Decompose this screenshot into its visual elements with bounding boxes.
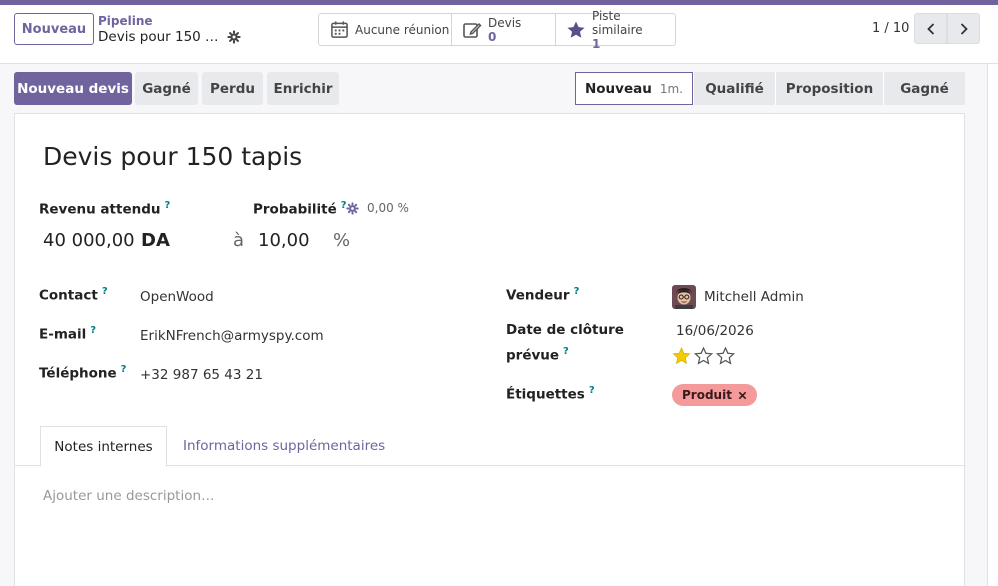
probability-label: Probabilité? <box>253 200 347 218</box>
tab-internal-notes[interactable]: Notes internes <box>40 426 167 467</box>
similar-leads-label: Piste similaire <box>592 8 643 37</box>
quotations-label: Devis <box>488 15 522 30</box>
email-field[interactable]: ErikNFrench@armyspy.com <box>140 328 324 344</box>
email-label: E-mail? <box>39 325 97 343</box>
pager-previous-button[interactable] <box>914 13 947 44</box>
opportunity-title[interactable]: Devis pour 150 tapis <box>43 142 302 171</box>
help-icon[interactable]: ? <box>102 286 108 297</box>
mark-lost-button[interactable]: Perdu <box>202 72 263 105</box>
stage-proposition-label: Proposition <box>785 80 874 97</box>
auto-probability-value: 0,00 % <box>367 201 409 215</box>
stage-qualified-label: Qualifié <box>705 80 764 97</box>
star-outline-icon[interactable] <box>716 347 735 365</box>
stage-won[interactable]: Gagné <box>883 72 965 105</box>
pager-next-button[interactable] <box>947 13 980 44</box>
deadline-field[interactable]: 16/06/2026 <box>676 323 754 339</box>
help-icon[interactable]: ? <box>574 286 580 297</box>
stage-qualified[interactable]: Qualifié <box>693 72 775 105</box>
breadcrumb-current: Devis pour 150 … <box>98 29 241 45</box>
expected-revenue-label: Revenu attendu? <box>39 200 171 218</box>
tab-extra-info[interactable]: Informations supplémentaires <box>183 426 385 466</box>
stage-proposition[interactable]: Proposition <box>775 72 883 105</box>
chevron-left-icon <box>926 22 934 35</box>
tags-label: Étiquettes? <box>506 385 595 403</box>
meetings-smart-button[interactable]: Aucune réunion <box>318 13 452 46</box>
stage-won-label: Gagné <box>900 80 949 97</box>
stage-statusbar: Nouveau 1m. Qualifié Proposition Gagné <box>575 72 965 105</box>
probability-input[interactable]: 10,00 <box>258 230 310 251</box>
help-icon[interactable]: ? <box>589 385 595 396</box>
help-icon[interactable]: ? <box>121 364 127 375</box>
breadcrumb-pipeline[interactable]: Pipeline <box>98 14 153 28</box>
expected-revenue-input[interactable]: 40 000,00 <box>43 230 135 251</box>
enrich-button[interactable]: Enrichir <box>267 72 339 105</box>
phone-label: Téléphone? <box>39 364 127 382</box>
stage-new-label: Nouveau <box>584 80 652 97</box>
auto-probability[interactable]: 0,00 % <box>346 201 409 215</box>
form-sheet: Devis pour 150 tapis Revenu attendu? Pro… <box>14 113 966 586</box>
star-outline-icon[interactable] <box>694 347 713 365</box>
control-panel: Nouveau Pipeline Devis pour 150 … Aucune… <box>0 5 998 64</box>
contact-field[interactable]: OpenWood <box>140 289 214 305</box>
salesperson-field[interactable]: Mitchell Admin <box>704 289 804 305</box>
scrollbar[interactable] <box>987 64 998 586</box>
help-icon[interactable]: ? <box>563 346 569 357</box>
priority-stars <box>672 347 735 365</box>
meetings-label: Aucune réunion <box>355 22 450 37</box>
gear-icon[interactable] <box>226 30 241 44</box>
salesperson-label: Vendeur? <box>506 286 580 304</box>
star-icon[interactable] <box>672 347 691 365</box>
percent-sign: % <box>333 230 351 251</box>
breadcrumb-current-label: Devis pour 150 … <box>98 29 219 45</box>
similar-leads-count: 1 <box>592 36 601 51</box>
mark-won-button[interactable]: Gagné <box>135 72 198 105</box>
similar-leads-smart-button[interactable]: Piste similaire 1 <box>555 9 676 51</box>
at-separator: à <box>233 230 245 251</box>
currency: DA <box>141 230 170 251</box>
new-record-button[interactable]: Nouveau <box>14 13 94 45</box>
description-input[interactable]: Ajouter une description… <box>43 488 215 504</box>
stage-duration: 1m. <box>659 81 683 96</box>
close-icon[interactable] <box>738 391 747 400</box>
help-icon[interactable]: ? <box>165 200 171 211</box>
notebook-tabs: Notes internes Informations supplémentai… <box>15 426 966 467</box>
help-icon[interactable]: ? <box>90 325 96 336</box>
quotations-smart-button[interactable]: Devis 0 <box>451 13 556 46</box>
phone-field[interactable]: +32 987 65 43 21 <box>140 367 263 383</box>
calendar-icon <box>329 20 349 40</box>
quotations-count: 0 <box>488 29 497 44</box>
star-icon <box>566 20 586 40</box>
deadline-label: Date de clôture prévue? <box>506 322 624 364</box>
chevron-right-icon <box>960 22 968 35</box>
stage-new[interactable]: Nouveau 1m. <box>575 72 693 105</box>
new-quotation-button[interactable]: Nouveau devis <box>14 72 132 105</box>
tag-label: Produit <box>682 388 732 402</box>
tag-badge: Produit <box>672 384 757 406</box>
avatar <box>672 285 696 309</box>
contact-label: Contact? <box>39 286 108 304</box>
edit-icon <box>462 20 482 40</box>
pager-value[interactable]: 1 / 10 <box>872 21 909 36</box>
gear-icon <box>346 201 359 215</box>
